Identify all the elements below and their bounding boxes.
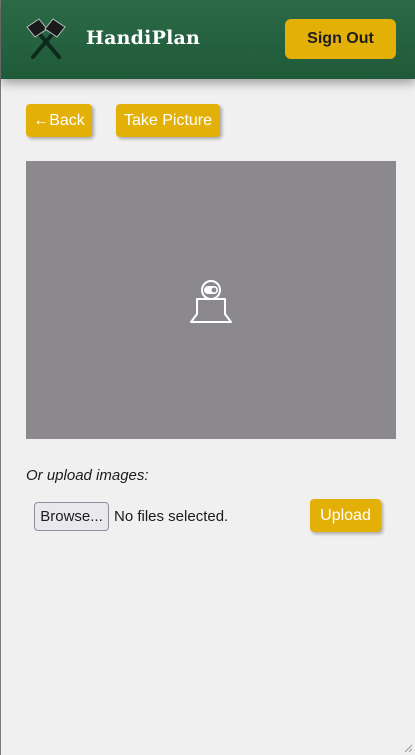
take-picture-button[interactable]: Take Picture bbox=[116, 104, 220, 137]
app-title: HandiPlan bbox=[86, 27, 201, 49]
webcam-icon bbox=[190, 280, 232, 323]
back-button[interactable]: ←Back bbox=[26, 104, 92, 137]
resize-grip-icon[interactable] bbox=[403, 743, 413, 753]
upload-images-label: Or upload images: bbox=[26, 467, 149, 484]
browse-button[interactable]: Browse... bbox=[34, 502, 109, 531]
app-header: HandiPlan Sign Out bbox=[1, 0, 415, 79]
page: HandiPlan Sign Out ←Back Take Picture Or… bbox=[0, 0, 415, 755]
file-status-text: No files selected. bbox=[114, 508, 229, 525]
upload-button[interactable]: Upload bbox=[310, 499, 381, 532]
sign-out-button[interactable]: Sign Out bbox=[285, 19, 396, 59]
crossed-hammers-icon bbox=[26, 18, 66, 59]
